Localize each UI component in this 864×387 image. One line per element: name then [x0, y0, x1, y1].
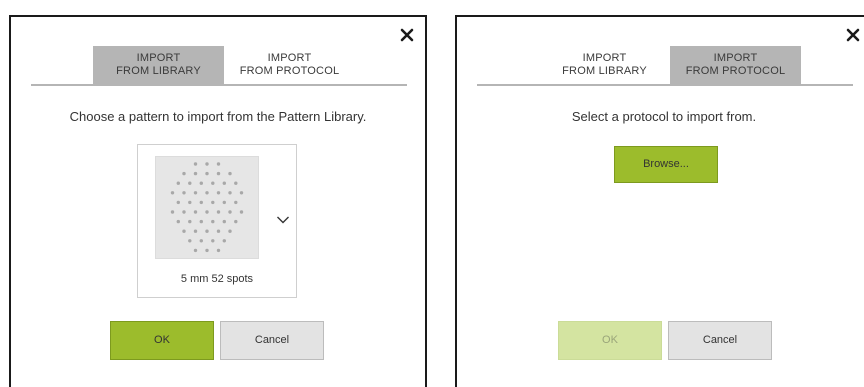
pattern-spot — [222, 200, 226, 205]
pattern-spot — [193, 162, 198, 166]
pattern-spot — [188, 239, 192, 243]
pattern-spot — [216, 162, 221, 166]
pattern-spot — [239, 210, 244, 214]
pattern-spot — [234, 181, 238, 185]
tab-label-line1: IMPORT — [267, 52, 312, 64]
pattern-spot — [176, 181, 180, 185]
pattern-spot — [228, 171, 232, 176]
import-tabs: IMPORT FROM LIBRARY IMPORT FROM PROTOCOL — [477, 46, 853, 88]
pattern-spot — [188, 181, 192, 185]
tab-label-line1: IMPORT — [713, 52, 758, 64]
pattern-spot — [188, 200, 192, 205]
import-tabs: IMPORT FROM LIBRARY IMPORT FROM PROTOCOL — [31, 46, 407, 88]
browse-button[interactable]: Browse... — [614, 146, 718, 183]
pattern-spot — [193, 191, 198, 195]
pattern-spot — [205, 229, 209, 233]
instruction-text: Select a protocol to import from. — [571, 109, 757, 124]
pattern-spot — [228, 191, 232, 195]
tab-import-from-protocol[interactable]: IMPORT FROM PROTOCOL — [224, 46, 355, 84]
pattern-spot — [205, 191, 209, 195]
tab-label-line1: IMPORT — [582, 52, 627, 64]
pattern-spot — [234, 200, 238, 205]
pattern-spot — [170, 191, 175, 195]
tab-underline — [477, 84, 853, 86]
chevron-down-icon[interactable] — [276, 212, 290, 224]
pattern-spot — [205, 171, 209, 176]
pattern-spot — [182, 191, 186, 195]
pattern-spot — [239, 191, 244, 195]
pattern-spot — [228, 229, 232, 233]
pattern-spot — [193, 171, 198, 176]
pattern-spot — [176, 219, 180, 224]
pattern-spot — [222, 219, 226, 224]
pattern-spot — [170, 210, 175, 214]
pattern-spot — [199, 200, 203, 205]
cancel-button[interactable]: Cancel — [668, 321, 772, 360]
pattern-spot — [216, 229, 221, 233]
pattern-spot — [182, 210, 186, 214]
pattern-spot — [176, 200, 180, 205]
ok-button[interactable]: OK — [558, 321, 662, 360]
pattern-spot — [216, 248, 221, 253]
pattern-spot — [216, 191, 221, 195]
pattern-spot — [182, 229, 186, 233]
tab-import-from-library[interactable]: IMPORT FROM LIBRARY — [539, 46, 670, 84]
pattern-spot — [188, 219, 192, 224]
import-from-library-dialog: IMPORT FROM LIBRARY IMPORT FROM PROTOCOL… — [9, 15, 427, 387]
ok-button[interactable]: OK — [110, 321, 214, 360]
tab-import-from-protocol[interactable]: IMPORT FROM PROTOCOL — [670, 46, 801, 84]
pattern-spot — [182, 171, 186, 176]
tab-label-line2: FROM LIBRARY — [116, 65, 201, 77]
pattern-spot — [199, 239, 203, 243]
close-icon[interactable] — [399, 27, 415, 43]
pattern-spot — [222, 181, 226, 185]
tab-label-line1: IMPORT — [136, 52, 181, 64]
pattern-spot — [216, 171, 221, 176]
pattern-spot — [216, 210, 221, 214]
cancel-button[interactable]: Cancel — [220, 321, 324, 360]
pattern-spot — [193, 229, 198, 233]
tab-label-line2: FROM PROTOCOL — [239, 65, 340, 77]
pattern-spot — [211, 200, 215, 205]
pattern-selector[interactable]: 5 mm 52 spots — [137, 144, 297, 298]
pattern-spot — [211, 181, 215, 185]
tab-label-line2: FROM LIBRARY — [562, 65, 647, 77]
pattern-spot — [205, 162, 209, 166]
pattern-spot — [205, 248, 209, 253]
pattern-name: 5 mm 52 spots — [180, 273, 254, 285]
pattern-spot — [199, 219, 203, 224]
pattern-spot — [228, 210, 232, 214]
close-icon[interactable] — [845, 27, 861, 43]
pattern-spot — [222, 239, 226, 243]
tab-import-from-library[interactable]: IMPORT FROM LIBRARY — [93, 46, 224, 84]
spot-pattern-preview — [155, 156, 259, 259]
pattern-spot — [193, 248, 198, 253]
tab-label-line2: FROM PROTOCOL — [685, 65, 786, 77]
pattern-spot — [193, 210, 198, 214]
pattern-spot — [211, 219, 215, 224]
instruction-text: Choose a pattern to import from the Patt… — [69, 109, 367, 124]
pattern-spot — [234, 219, 238, 224]
pattern-spot — [199, 181, 203, 185]
tab-underline — [31, 84, 407, 86]
pattern-spot — [205, 210, 209, 214]
import-from-protocol-dialog: IMPORT FROM LIBRARY IMPORT FROM PROTOCOL… — [455, 15, 864, 387]
pattern-spot — [211, 239, 215, 243]
